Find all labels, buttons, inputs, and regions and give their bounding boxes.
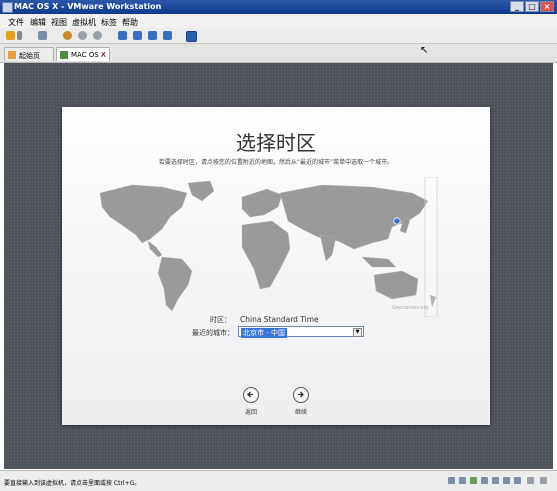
console-view-icon[interactable] (133, 31, 142, 40)
unity-icon[interactable] (163, 31, 172, 40)
vmware-app-icon (2, 2, 13, 13)
menu-tabs[interactable]: 标签 (101, 17, 117, 28)
timezone-band (424, 177, 438, 317)
chevron-down-icon: ▼ (353, 328, 362, 337)
timezone-value: China Standard Time (240, 315, 319, 324)
display-icon[interactable] (514, 477, 521, 484)
printer-icon[interactable] (503, 477, 510, 484)
message-log-icon[interactable] (527, 477, 534, 484)
tab-close-icon[interactable]: × (100, 50, 106, 58)
revert-snapshot-icon[interactable] (78, 31, 87, 40)
greenland-shape (187, 180, 215, 202)
resize-grip-icon[interactable] (540, 477, 547, 484)
tab-mac-os-x[interactable]: MAC OS X × (56, 47, 110, 61)
asia-shape (279, 184, 429, 250)
show-sidebar-icon[interactable] (118, 31, 127, 40)
india-shape (319, 234, 337, 262)
south-america-shape (157, 256, 193, 312)
menu-vm[interactable]: 虚拟机 (72, 17, 96, 28)
home-icon (8, 51, 16, 59)
closest-city-value: 北京市 - 中国 (241, 328, 287, 338)
window-title: MAC OS X - VMware Workstation (14, 2, 162, 11)
tab-bar: 起始页 MAC OS X × ↖ (0, 44, 557, 63)
page-title: 选择时区 (236, 131, 316, 155)
world-map[interactable]: Geonames.org (92, 177, 462, 317)
continue-label: 继续 (295, 409, 308, 416)
sound-icon[interactable] (492, 477, 499, 484)
menu-help[interactable]: 帮助 (122, 17, 138, 28)
usb-icon[interactable] (481, 477, 488, 484)
page-subtitle: 若要选择时区，请点按您的位置附近的地图，然后从“最近的城市”菜单中选取一个城市。 (158, 159, 394, 166)
snapshot-manager-icon[interactable] (93, 31, 102, 40)
timezone-label: 时区： (210, 316, 231, 324)
toolbar (0, 28, 557, 44)
menu-bar: 文件 编辑 视图 虚拟机 标签 帮助 (0, 14, 557, 28)
tab-home[interactable]: 起始页 (4, 47, 54, 61)
back-button[interactable] (243, 387, 259, 403)
closest-city-select[interactable]: 北京市 - 中国 ▼ (238, 326, 364, 338)
closest-city-label: 最近的城市： (192, 329, 234, 337)
maximize-button[interactable]: □ (525, 1, 539, 12)
status-text: 要直接输入到该虚拟机，请点击里面或按 Ctrl+G。 (4, 480, 141, 487)
menu-file[interactable]: 文件 (8, 17, 24, 28)
send-ctrl-alt-del-icon[interactable] (38, 31, 47, 40)
menu-edit[interactable]: 编辑 (30, 17, 46, 28)
hard-disk-icon[interactable] (448, 477, 455, 484)
vm-icon (60, 51, 68, 59)
africa-shape (241, 220, 291, 290)
minimize-button[interactable]: _ (510, 1, 524, 12)
australia-shape (373, 270, 419, 300)
central-america-shape (147, 240, 163, 258)
southeast-asia-shape (361, 256, 397, 268)
power-icon[interactable] (6, 31, 15, 40)
map-watermark: Geonames.org (392, 305, 429, 311)
location-pin-icon (393, 217, 401, 225)
continue-button[interactable] (293, 387, 309, 403)
full-screen-icon[interactable] (148, 31, 157, 40)
europe-shape (241, 188, 283, 218)
window-titlebar: MAC OS X - VMware Workstation _ □ × (0, 0, 557, 14)
thumbnail-view-icon[interactable] (186, 31, 197, 42)
mouse-cursor-icon: ↖ (420, 45, 429, 56)
close-button[interactable]: × (540, 1, 554, 12)
network-icon[interactable] (470, 477, 477, 484)
snapshot-icon[interactable] (63, 31, 72, 40)
tab-home-label: 起始页 (19, 52, 40, 60)
status-bar: 要直接输入到该虚拟机，请点击里面或按 Ctrl+G。 (0, 470, 557, 491)
north-america-shape (99, 184, 188, 244)
cd-drive-icon[interactable] (459, 477, 466, 484)
arrow-right-icon (298, 391, 304, 398)
menu-view[interactable]: 视图 (51, 17, 67, 28)
back-label: 返回 (245, 409, 258, 416)
power-dropdown-icon[interactable] (17, 31, 22, 40)
timezone-setup-panel: 选择时区 若要选择时区，请点按您的位置附近的地图，然后从“最近的城市”菜单中选取… (62, 107, 490, 425)
arrow-left-icon (247, 391, 253, 398)
